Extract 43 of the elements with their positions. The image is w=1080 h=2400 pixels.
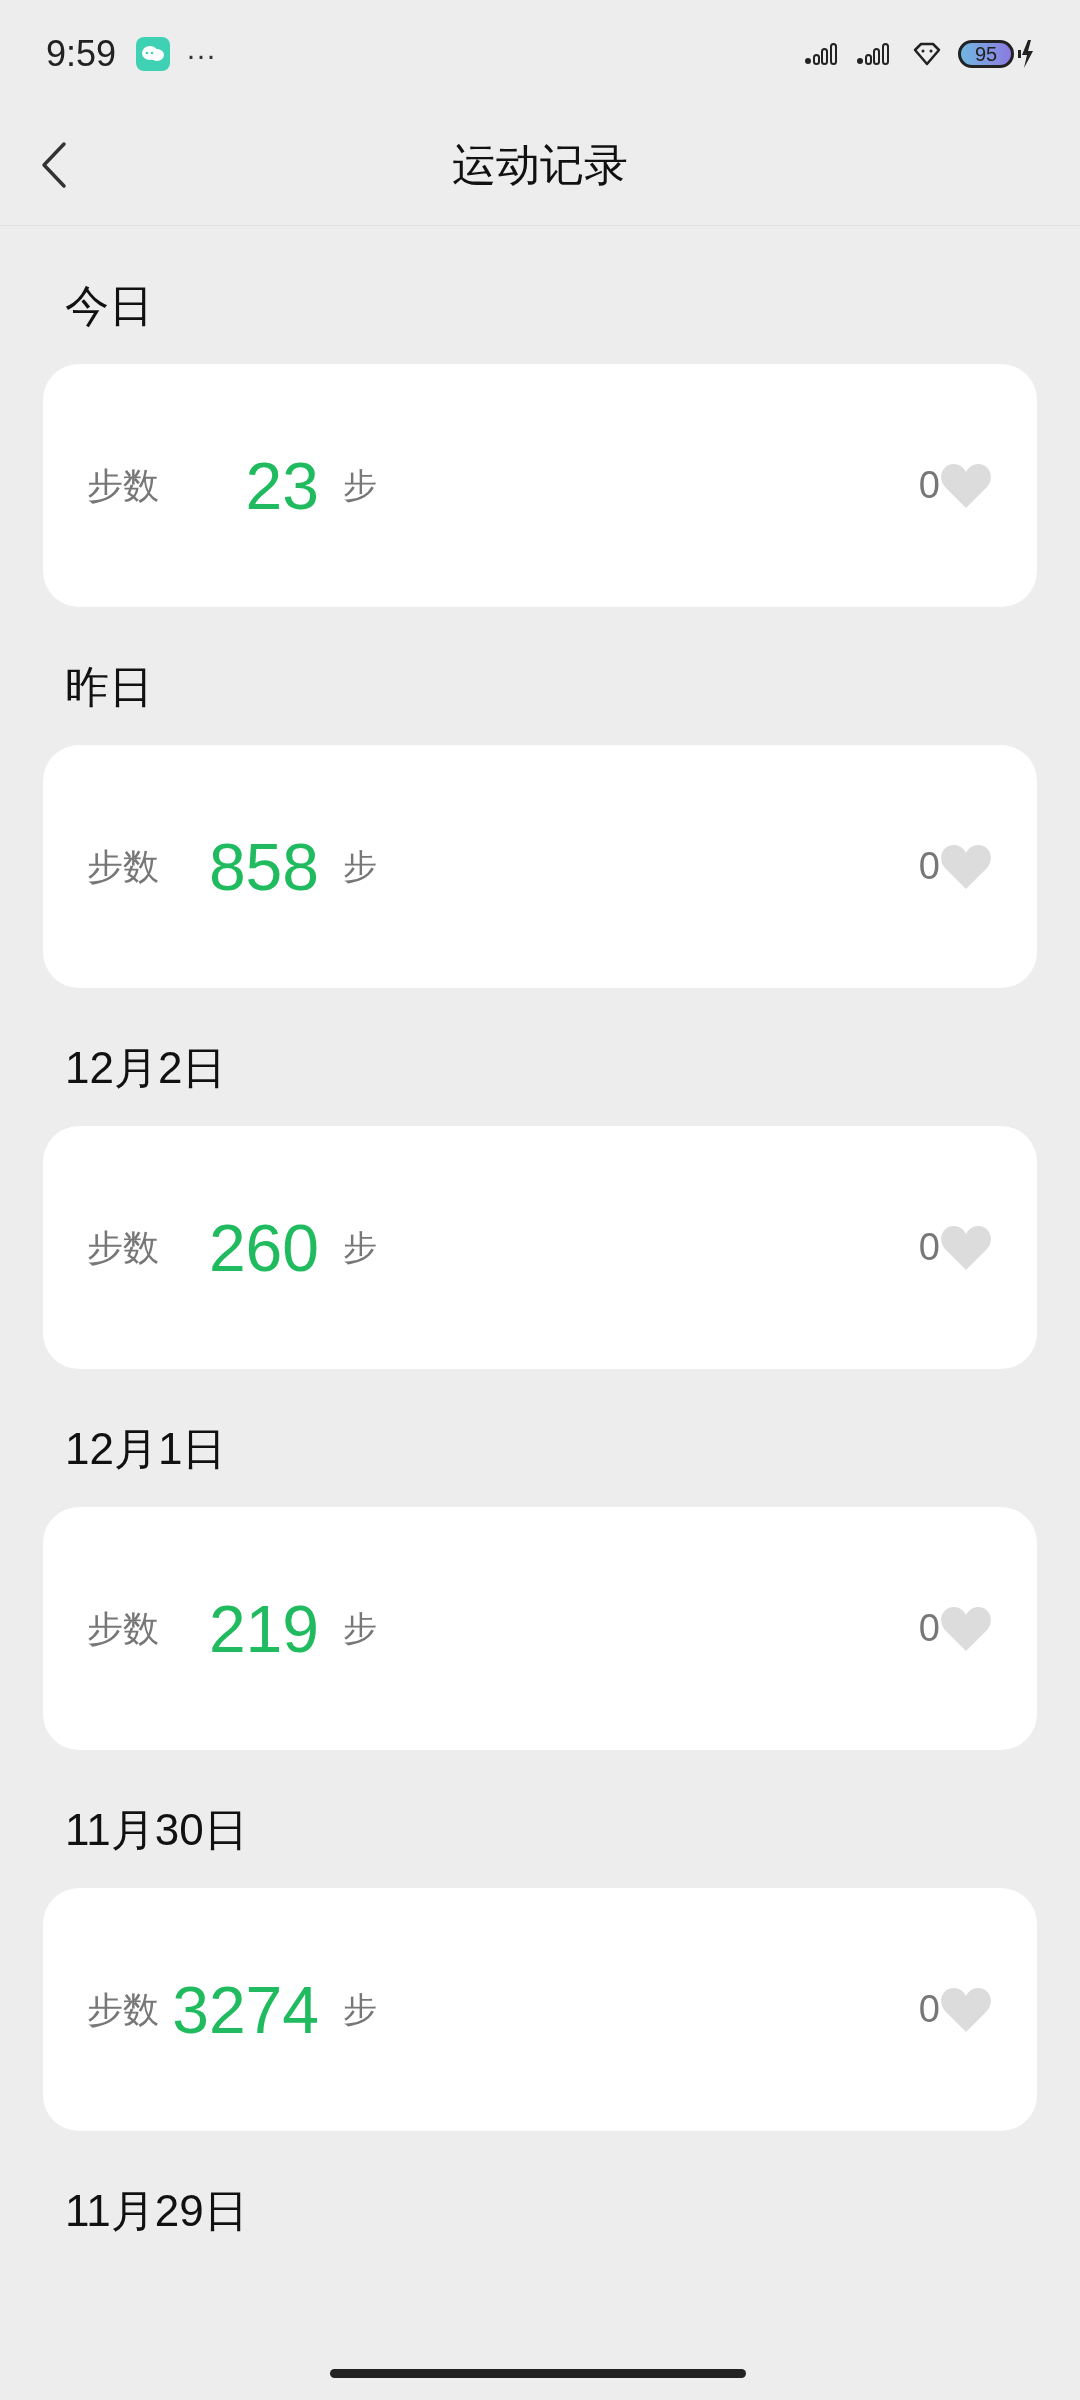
chat-app-icon — [136, 37, 171, 71]
battery-indicator: 95 — [958, 40, 1014, 68]
steps-label: 步数 — [87, 1225, 159, 1270]
step-count: 23 — [244, 452, 319, 519]
charging-icon — [1018, 40, 1034, 68]
date-heading: 12月2日 — [65, 1046, 227, 1090]
date-heading: 今日 — [65, 284, 153, 328]
date-heading: 12月1日 — [65, 1427, 227, 1471]
record-card[interactable]: 步数 219 步 0 — [43, 1507, 1037, 1750]
steps-unit: 步 — [343, 1608, 377, 1649]
back-icon[interactable] — [40, 141, 68, 189]
heart-icon[interactable] — [940, 1605, 992, 1652]
step-count: 858 — [207, 833, 319, 900]
like-count: 0 — [918, 844, 940, 889]
like-count: 0 — [918, 463, 940, 508]
date-heading: 昨日 — [65, 665, 153, 709]
heart-icon[interactable] — [940, 462, 992, 509]
like-count: 0 — [918, 1987, 940, 2032]
steps-unit: 步 — [343, 846, 377, 887]
date-heading: 11月30日 — [65, 1808, 248, 1852]
steps-label: 步数 — [87, 463, 159, 508]
heart-icon[interactable] — [940, 1986, 992, 2033]
record-card[interactable]: 步数 260 步 0 — [43, 1126, 1037, 1369]
record-card[interactable]: 步数 23 步 0 — [43, 364, 1037, 607]
diamond-icon — [912, 42, 942, 66]
steps-unit: 步 — [343, 1989, 377, 2030]
step-count: 3274 — [171, 1976, 319, 2043]
heart-icon[interactable] — [940, 1224, 992, 1271]
like-count: 0 — [918, 1606, 940, 1651]
page-title: 运动记录 — [452, 138, 628, 191]
step-count: 260 — [207, 1214, 319, 1281]
steps-unit: 步 — [343, 1227, 377, 1268]
status-time: 9:59 — [46, 32, 117, 76]
date-heading: 11月29日 — [65, 2189, 248, 2233]
steps-label: 步数 — [87, 844, 159, 889]
steps-unit: 步 — [343, 465, 377, 506]
step-count: 219 — [207, 1595, 319, 1662]
like-count: 0 — [918, 1225, 940, 1270]
record-card[interactable]: 步数 858 步 0 — [43, 745, 1037, 988]
steps-label: 步数 — [87, 1606, 159, 1651]
more-notifications: ··· — [186, 36, 217, 73]
steps-label: 步数 — [87, 1987, 159, 2032]
heart-icon[interactable] — [940, 843, 992, 890]
